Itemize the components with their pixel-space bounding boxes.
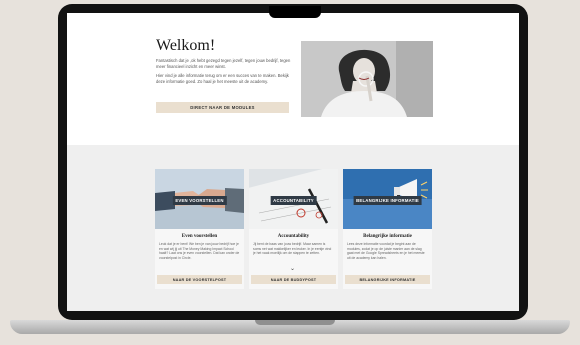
modules-button[interactable]: DIRECT NAAR DE MODULES — [156, 102, 289, 113]
welcome-section: Welkom! Fantastisch dat je ,ok hebt geze… — [67, 13, 519, 145]
card-description: Leuk dat je er bent! We ben je van jouw … — [159, 242, 240, 260]
screen: Welkom! Fantastisch dat je ,ok hebt geze… — [67, 13, 519, 311]
card-title: Even voorstellen — [181, 234, 218, 239]
card-badge: EVEN VOORSTELLEN — [172, 196, 227, 205]
card-belangrijke-informatie: BELANGRIJKE INFORMATIE Belangrijke infor… — [343, 169, 432, 289]
buddypost-button[interactable]: NAAR DE BUDDYPOST — [251, 275, 336, 284]
card-even-voorstellen: EVEN VOORSTELLEN Even voorstellen Leuk d… — [155, 169, 244, 289]
card-badge: ACCOUNTABILITY — [270, 196, 317, 205]
camera-notch — [269, 6, 321, 18]
card-title: Belangrijke informatie — [363, 234, 412, 239]
page-title: Welkom! — [156, 37, 216, 54]
important-info-button[interactable]: BELANGRIJKE INFORMATIE — [345, 275, 430, 284]
card-title: Accountability — [277, 234, 310, 239]
card-description: Lees deze informatie voordat je begint a… — [347, 242, 425, 260]
intro-paragraph-1: Fantastisch dat je ,ok hebt gezegd tegen… — [156, 58, 291, 69]
intro-paragraph-2: Hier vind je alle informatie terug om er… — [156, 73, 289, 84]
laptop-base-lip — [255, 320, 335, 325]
intro-text: Fantastisch dat je ,ok hebt gezegd tegen… — [156, 58, 292, 88]
voorstelpost-button[interactable]: NAAR DE VOORSTELPOST — [157, 275, 242, 284]
card-accountability: ACCOUNTABILITY Accountability Jij bent d… — [249, 169, 338, 289]
chevron-down-icon[interactable]: ⌄ — [290, 265, 295, 272]
portrait-photo — [301, 41, 433, 117]
card-description: Jij bent de baas van jouw bedrijf. Maar … — [253, 242, 332, 256]
card-badge: BELANGRIJKE INFORMATIE — [353, 196, 422, 205]
modules-section: EVEN VOORSTELLEN Even voorstellen Leuk d… — [67, 145, 519, 311]
